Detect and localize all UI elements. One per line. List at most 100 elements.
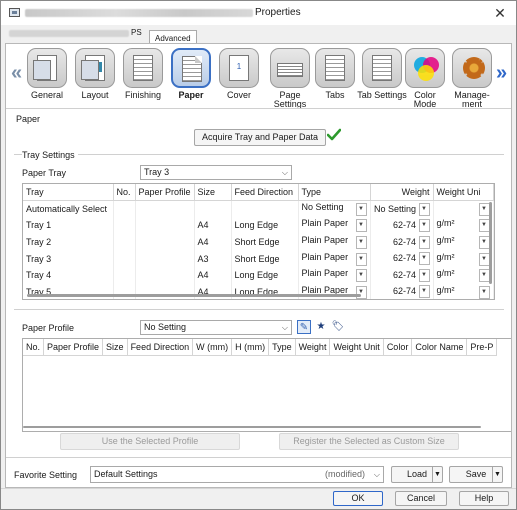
- category-color-mode[interactable]: Color Mode: [402, 48, 448, 109]
- col-tray[interactable]: Tray: [23, 184, 114, 202]
- horizontal-scrollbar[interactable]: [27, 294, 361, 297]
- edit-profile-icon[interactable]: ✎: [297, 320, 311, 334]
- page-settings-icon: [277, 63, 303, 77]
- vertical-scrollbar[interactable]: [489, 202, 492, 284]
- cell-weight[interactable]: 62-74 ▼: [370, 233, 434, 251]
- cell-type[interactable]: Plain Paper ▼: [298, 266, 371, 284]
- col-weight-unit[interactable]: Weight Unit: [329, 339, 384, 357]
- load-button[interactable]: Load ▼: [391, 466, 443, 483]
- chevron-down-icon[interactable]: ▼: [418, 268, 430, 282]
- scroll-left-icon[interactable]: «: [11, 62, 22, 85]
- table-row[interactable]: Tray 3 A3 Short Edge Plain Paper ▼ 62-74…: [23, 250, 494, 267]
- chevron-down-icon[interactable]: ▼: [478, 219, 490, 233]
- save-button[interactable]: Save ▼: [449, 466, 503, 483]
- cell-type[interactable]: Plain Paper ▼: [298, 250, 371, 267]
- category-management[interactable]: Manage-ment: [449, 48, 495, 109]
- cell-profile: [135, 233, 195, 251]
- chevron-down-icon[interactable]: ▼: [418, 218, 430, 232]
- col-size[interactable]: Size: [194, 184, 232, 202]
- chevron-down-icon[interactable]: ▼: [355, 219, 367, 233]
- cell-unit[interactable]: g/m² ▼: [433, 266, 494, 284]
- category-tabs[interactable]: Tabs: [312, 48, 358, 100]
- col-weight[interactable]: Weight: [370, 184, 434, 202]
- col-color[interactable]: Color: [383, 339, 413, 357]
- chevron-down-icon[interactable]: ▼: [478, 252, 490, 266]
- chevron-down-icon[interactable]: ▼: [492, 467, 502, 482]
- paper-profile-table[interactable]: No. Paper Profile Size Feed Direction W …: [22, 338, 511, 432]
- chevron-down-icon[interactable]: ▼: [478, 236, 490, 250]
- chevron-down-icon[interactable]: ▼: [478, 269, 490, 283]
- chevron-down-icon[interactable]: ▼: [418, 235, 430, 249]
- chevron-down-icon[interactable]: ▼: [478, 285, 490, 299]
- ok-button[interactable]: OK: [333, 491, 383, 506]
- col-width[interactable]: W (mm): [192, 339, 233, 357]
- use-selected-profile-button[interactable]: Use the Selected Profile: [60, 433, 240, 450]
- star-icon[interactable]: ★: [314, 320, 328, 334]
- col-no[interactable]: No.: [113, 184, 136, 202]
- col-no[interactable]: No.: [23, 339, 45, 357]
- cell-unit[interactable]: g/m² ▼: [433, 233, 494, 251]
- col-weight-unit[interactable]: Weight Uni: [433, 184, 494, 202]
- table-row[interactable]: Automatically Select No Setting ▼ No Set…: [23, 200, 494, 218]
- cell-type[interactable]: Plain Paper ▼: [298, 283, 371, 299]
- cell-no: [113, 266, 136, 284]
- col-size[interactable]: Size: [102, 339, 128, 357]
- scroll-right-icon[interactable]: »: [496, 62, 507, 85]
- col-type[interactable]: Type: [268, 339, 296, 357]
- paper-tray-select[interactable]: Tray 3 ⌵: [140, 165, 292, 180]
- help-button[interactable]: Help: [459, 491, 509, 506]
- category-layout[interactable]: Layout: [72, 48, 118, 100]
- col-paper-profile[interactable]: Paper Profile: [135, 184, 195, 202]
- table-row[interactable]: Tray 2 A4 Short Edge Plain Paper ▼ 62-74…: [23, 233, 494, 251]
- chevron-down-icon[interactable]: ▼: [355, 203, 367, 217]
- tab-ps[interactable]: PS: [131, 28, 142, 37]
- table-row[interactable]: Tray 5 A4 Long Edge Plain Paper ▼ 62-74 …: [23, 283, 494, 299]
- col-weight[interactable]: Weight: [295, 339, 331, 357]
- cancel-button[interactable]: Cancel: [395, 491, 447, 506]
- col-height[interactable]: H (mm): [231, 339, 270, 357]
- col-pre-punched[interactable]: Pre-P: [466, 339, 498, 357]
- cell-unit[interactable]: g/m² ▼: [433, 217, 494, 234]
- table-row[interactable]: Tray 4 A4 Long Edge Plain Paper ▼ 62-74 …: [23, 266, 494, 284]
- table-row[interactable]: Tray 1 A4 Long Edge Plain Paper ▼ 62-74 …: [23, 217, 494, 234]
- chevron-down-icon[interactable]: ▼: [432, 467, 442, 482]
- cell-unit[interactable]: g/m² ▼: [433, 283, 494, 299]
- cell-unit[interactable]: ▼: [433, 200, 494, 218]
- cell-weight[interactable]: 62-74 ▼: [370, 283, 434, 299]
- chevron-down-icon[interactable]: ▼: [355, 252, 367, 266]
- register-custom-size-button[interactable]: Register the Selected as Custom Size: [279, 433, 459, 450]
- chevron-down-icon[interactable]: ▼: [418, 252, 430, 266]
- favorite-setting-select[interactable]: Default Settings (modified) ⌵: [90, 466, 384, 483]
- acquire-tray-data-button[interactable]: Acquire Tray and Paper Data: [194, 129, 326, 146]
- paper-profile-select[interactable]: No Setting ⌵: [140, 320, 292, 335]
- category-finishing[interactable]: Finishing: [120, 48, 166, 100]
- cell-unit[interactable]: g/m² ▼: [433, 250, 494, 267]
- cell-weight[interactable]: 62-74 ▼: [370, 266, 434, 284]
- cell-type[interactable]: Plain Paper ▼: [298, 233, 371, 251]
- cell-type[interactable]: No Setting ▼: [298, 200, 371, 218]
- category-page-settings[interactable]: Page Settings: [262, 48, 318, 109]
- chevron-down-icon[interactable]: ▼: [418, 285, 430, 299]
- category-paper[interactable]: Paper: [168, 48, 214, 100]
- close-icon[interactable]: ✕: [490, 4, 510, 22]
- cell-weight[interactable]: 62-74 ▼: [370, 250, 434, 267]
- category-cover[interactable]: 1 Cover: [216, 48, 262, 100]
- category-general[interactable]: General: [24, 48, 70, 100]
- chevron-down-icon[interactable]: ▼: [478, 203, 490, 217]
- chevron-down-icon[interactable]: ▼: [355, 269, 367, 283]
- horizontal-scrollbar[interactable]: [23, 426, 481, 428]
- tag-icon[interactable]: 🏷: [331, 320, 345, 334]
- chevron-down-icon[interactable]: ▼: [418, 202, 430, 216]
- cell-type[interactable]: Plain Paper ▼: [298, 217, 371, 234]
- tray-table[interactable]: Tray No. Paper Profile Size Feed Directi…: [22, 183, 495, 300]
- col-feed-direction[interactable]: Feed Direction: [127, 339, 194, 357]
- category-icon-bar: « General Layout Finishing Paper 1 Cover: [6, 44, 511, 109]
- col-paper-profile[interactable]: Paper Profile: [43, 339, 104, 357]
- col-color-name[interactable]: Color Name: [411, 339, 468, 357]
- cell-weight[interactable]: 62-74 ▼: [370, 217, 434, 234]
- cell-weight[interactable]: No Setting ▼: [370, 200, 434, 218]
- col-feed-direction[interactable]: Feed Direction: [231, 184, 299, 202]
- chevron-down-icon[interactable]: ▼: [355, 236, 367, 250]
- cell-profile: [135, 217, 195, 234]
- col-type[interactable]: Type: [298, 184, 371, 202]
